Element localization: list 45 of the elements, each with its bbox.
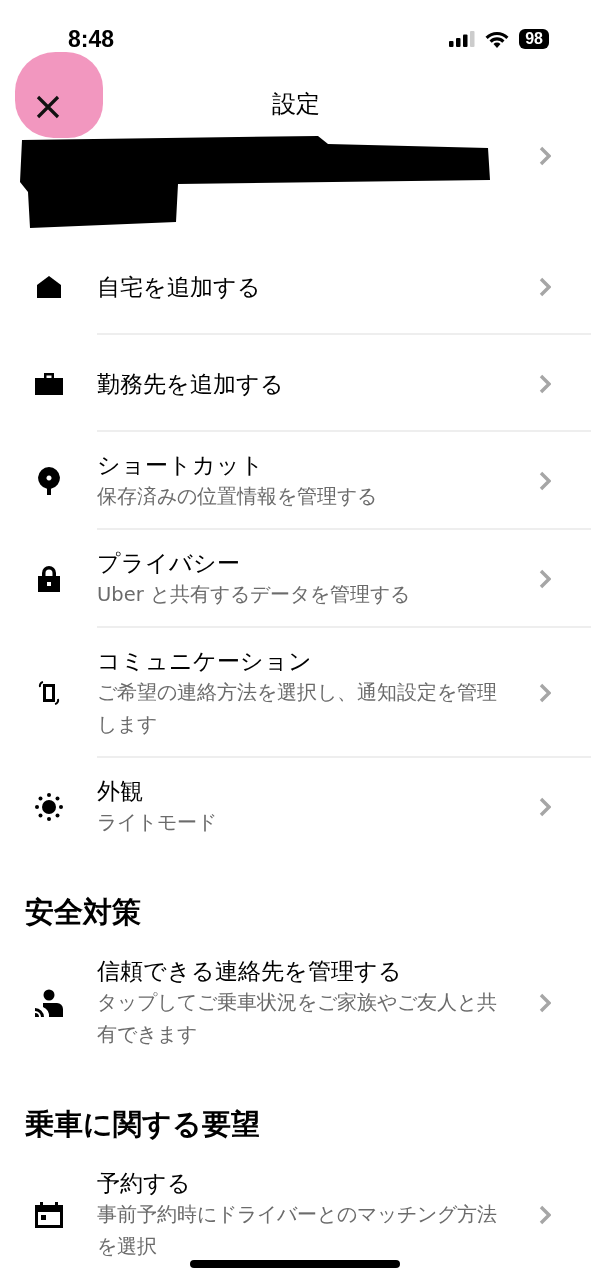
item-description: ライトモード (97, 810, 218, 836)
chevron-icon (539, 373, 551, 394)
chevron-icon (539, 683, 551, 703)
person-share-icon (34, 989, 63, 1017)
battery-level: 98 (519, 29, 549, 49)
lock-icon (37, 566, 60, 592)
item-title: 予約する (97, 1169, 192, 1198)
settings-item[interactable]: コミュニケーション ご希望の連絡方法を選択し、通知設定を管理します (0, 628, 591, 758)
chevron-icon (539, 471, 551, 491)
item-title: 外観 (97, 777, 144, 806)
calendar-icon (34, 1202, 63, 1228)
item-title: 信頼できる連絡先を管理する (97, 957, 403, 986)
item-description: 保存済みの位置情報を管理する (97, 484, 378, 510)
location-pin-icon (37, 467, 60, 495)
item-title: ショートカット (97, 451, 265, 480)
settings-item[interactable]: 自宅を追加する (0, 238, 591, 335)
item-title: コミュニケーション (97, 647, 313, 676)
settings-item[interactable]: 予約する 事前予約時にドライバーとのマッチング方法を選択 (0, 1150, 591, 1280)
settings-item[interactable]: プライバシー Uber と共有するデータを管理する (0, 530, 591, 628)
item-description: Uber と共有するデータを管理する (97, 582, 411, 608)
signal-icon (449, 31, 476, 47)
wifi-icon (485, 30, 510, 48)
section-heading: 安全対策 (25, 894, 142, 930)
settings-item[interactable]: 外観 ライトモード (0, 758, 591, 856)
settings-item[interactable]: ショートカット 保存済みの位置情報を管理する (0, 432, 591, 530)
item-description: 事前予約時にドライバーとのマッチング方法を選択 (97, 1202, 497, 1260)
home-icon (36, 275, 61, 298)
sun-icon (34, 793, 63, 821)
item-description: タップしてご乗車状況をご家族やご友人と共有できます (97, 990, 497, 1048)
item-title: 自宅を追加する (97, 272, 262, 302)
chevron-icon (539, 993, 551, 1013)
item-title: プライバシー (97, 549, 241, 578)
briefcase-icon (34, 372, 63, 395)
item-description: ご希望の連絡方法を選択し、通知設定を管理します (97, 680, 497, 738)
settings-item[interactable]: 勤務先を追加する (0, 335, 591, 432)
section-heading: 乗車に関する要望 (25, 1106, 261, 1142)
chevron-icon (539, 276, 551, 297)
chevron-icon (539, 569, 551, 589)
item-title: 勤務先を追加する (97, 369, 285, 399)
page-title: 設定 (271, 89, 320, 120)
status-time: 8:48 (68, 25, 115, 53)
chevron-icon (539, 146, 551, 166)
chevron-icon (539, 797, 551, 817)
settings-item[interactable]: 信頼できる連絡先を管理する タップしてご乗車状況をご家族やご友人と共有できます (0, 938, 591, 1068)
chevron-icon (539, 1205, 551, 1225)
